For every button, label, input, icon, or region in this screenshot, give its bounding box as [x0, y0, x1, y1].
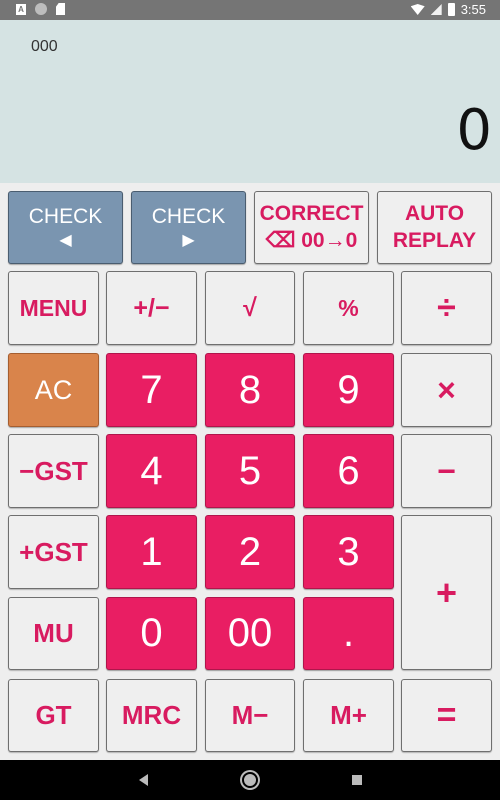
digit-5-button[interactable]: 5 — [205, 434, 295, 508]
minus-button[interactable]: − — [401, 434, 492, 508]
digit-8-button[interactable]: 8 — [205, 353, 295, 427]
percent-button[interactable]: % — [303, 271, 394, 345]
status-bar-system: 3:55 — [410, 2, 486, 17]
left-arrow-icon: ◀ — [59, 231, 72, 249]
digit-6-button[interactable]: 6 — [303, 434, 394, 508]
digit-3-button[interactable]: 3 — [303, 515, 394, 589]
check-back-button[interactable]: CHECK ◀ — [8, 191, 123, 264]
plus-minus-button[interactable]: +/− — [106, 271, 197, 345]
digit-7-button[interactable]: 7 — [106, 353, 197, 427]
check-forward-button[interactable]: CHECK ▶ — [131, 191, 246, 264]
auto-label: AUTO — [404, 202, 465, 226]
check-forward-label: CHECK — [151, 205, 226, 229]
menu-button[interactable]: MENU — [8, 271, 99, 345]
recent-apps-icon[interactable] — [352, 775, 362, 785]
secondary-display: 000 — [31, 38, 58, 55]
markup-button[interactable]: MU — [8, 597, 99, 670]
digit-0-button[interactable]: 0 — [106, 597, 197, 670]
battery-icon — [447, 3, 455, 16]
correct-button[interactable]: CORRECT ⌫ 00→0 — [254, 191, 369, 264]
decimal-point-button[interactable]: . — [303, 597, 394, 670]
a-notification-icon: A — [16, 3, 26, 15]
grand-total-button[interactable]: GT — [8, 679, 99, 752]
wifi-icon — [410, 4, 425, 15]
status-bar: A 3:55 — [0, 0, 500, 20]
memory-recall-button[interactable]: MRC — [106, 679, 197, 752]
navigation-bar — [0, 760, 500, 800]
calculator-display: 000 0 — [0, 20, 500, 183]
plus-button[interactable]: + — [401, 515, 492, 670]
home-icon[interactable] — [242, 772, 258, 788]
memory-plus-button[interactable]: M+ — [303, 679, 394, 752]
replay-label: REPLAY — [392, 228, 477, 252]
right-arrow-icon: ▶ — [182, 231, 195, 249]
double-zero-button[interactable]: 00 — [205, 597, 295, 670]
minus-gst-button[interactable]: −GST — [8, 434, 99, 508]
status-bar-notifications: A — [16, 3, 65, 15]
check-back-label: CHECK — [28, 205, 103, 229]
divide-button[interactable]: ÷ — [401, 271, 492, 345]
digit-2-button[interactable]: 2 — [205, 515, 295, 589]
memory-minus-button[interactable]: M− — [205, 679, 295, 752]
main-display: 0 — [456, 98, 492, 163]
multiply-button[interactable]: × — [401, 353, 492, 427]
backspace-label: ⌫ 00→0 — [265, 228, 358, 252]
signal-icon — [430, 4, 442, 15]
auto-replay-button[interactable]: AUTO REPLAY — [377, 191, 492, 264]
digit-1-button[interactable]: 1 — [106, 515, 197, 589]
digit-9-button[interactable]: 9 — [303, 353, 394, 427]
clock: 3:55 — [460, 2, 486, 17]
sd-card-icon — [56, 3, 65, 15]
back-icon[interactable] — [139, 774, 148, 786]
circle-notification-icon — [35, 3, 47, 15]
plus-gst-button[interactable]: +GST — [8, 515, 99, 589]
square-root-button[interactable]: √ — [205, 271, 295, 345]
correct-label: CORRECT — [259, 202, 364, 226]
all-clear-button[interactable]: AC — [8, 353, 99, 427]
digit-4-button[interactable]: 4 — [106, 434, 197, 508]
equals-button[interactable]: = — [401, 679, 492, 752]
